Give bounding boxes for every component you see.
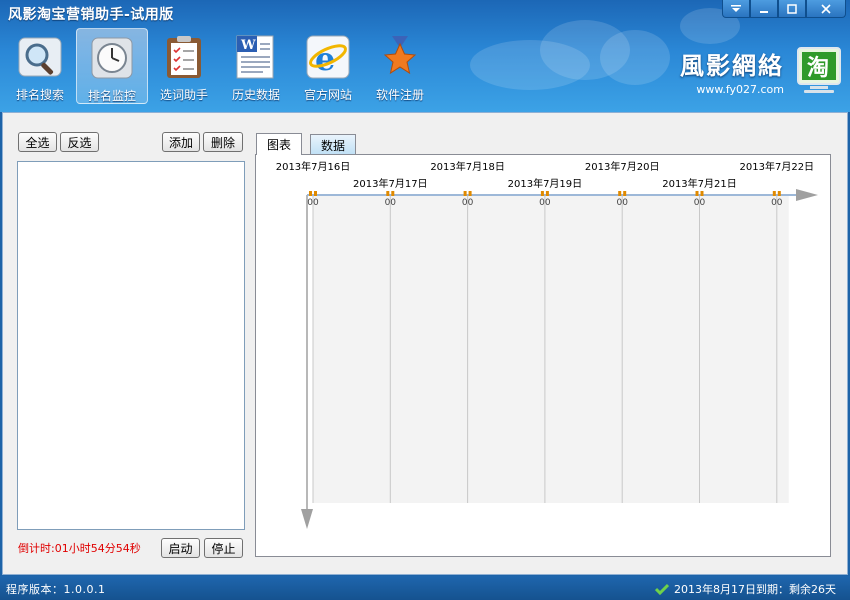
data-point-label: 00 bbox=[307, 198, 319, 208]
data-marker bbox=[391, 191, 395, 196]
x-tick-label: 2013年7月16日 bbox=[276, 160, 351, 173]
data-marker bbox=[772, 191, 776, 196]
minimize-icon bbox=[760, 10, 768, 13]
clock-icon bbox=[89, 35, 135, 81]
data-marker bbox=[618, 191, 622, 196]
expiry-text: 2013年8月17日到期：剩余26天 bbox=[674, 583, 836, 596]
clipboard-icon bbox=[161, 34, 207, 80]
data-marker bbox=[468, 191, 472, 196]
tool-label: 官方网站 bbox=[303, 88, 352, 102]
stop-button[interactable]: 停止 bbox=[204, 538, 243, 558]
data-marker bbox=[314, 191, 317, 196]
x-tick-label: 2013年7月18日 bbox=[430, 160, 505, 173]
menu-dropdown-button[interactable] bbox=[722, 0, 750, 18]
brand: 風影網絡 www.fy027.com bbox=[680, 46, 784, 96]
data-marker bbox=[463, 191, 467, 196]
star-medal-icon bbox=[377, 34, 423, 80]
data-marker bbox=[386, 191, 390, 196]
data-point-label: 00 bbox=[539, 198, 551, 208]
maximize-button[interactable] bbox=[778, 0, 806, 18]
tool-history-data[interactable]: W 历史数据 bbox=[220, 28, 292, 104]
main-toolbar: 排名搜索 排名监控 选词助手 W 历史数据 e 官方网站 软件注册 bbox=[4, 28, 436, 104]
brand-name: 風影網絡 bbox=[680, 51, 784, 80]
tool-label: 选词助手 bbox=[159, 88, 208, 102]
add-button[interactable]: 添加 bbox=[162, 132, 200, 152]
tool-rank-monitor[interactable]: 排名监控 bbox=[76, 28, 148, 104]
x-axis-arrow bbox=[796, 189, 818, 201]
taobao-logo-icon: 淘 bbox=[796, 46, 842, 96]
tool-keyword-helper[interactable]: 选词助手 bbox=[148, 28, 220, 104]
window-title: 风影淘宝营销助手-试用版 bbox=[8, 7, 174, 23]
data-marker bbox=[623, 191, 627, 196]
select-all-button[interactable]: 全选 bbox=[18, 132, 57, 152]
tool-label: 排名监控 bbox=[87, 89, 136, 103]
data-point-label: 00 bbox=[462, 198, 474, 208]
version-text: 程序版本：1.0.0.1 bbox=[6, 583, 106, 596]
tab-data[interactable]: 数据 bbox=[310, 134, 357, 155]
dropdown-icon bbox=[731, 4, 741, 12]
data-marker bbox=[777, 191, 781, 196]
tool-label: 软件注册 bbox=[375, 88, 424, 102]
x-tick-label: 2013年7月17日 bbox=[353, 177, 428, 190]
window-controls bbox=[722, 0, 846, 18]
ie-browser-icon: e bbox=[305, 34, 351, 80]
brand-url: www.fy027.com bbox=[696, 83, 784, 96]
rank-chart: 2013年7月16日 00 2013年7月17日 00 2013年7月18日 00 2013… bbox=[276, 160, 818, 529]
check-icon bbox=[655, 583, 669, 595]
data-point-label: 00 bbox=[616, 198, 628, 208]
x-tick-label: 2013年7月20日 bbox=[585, 160, 660, 173]
tab-chart[interactable]: 图表 bbox=[256, 133, 303, 155]
delete-button[interactable]: 删除 bbox=[203, 132, 243, 152]
x-tick-label: 2013年7月22日 bbox=[740, 160, 815, 173]
tool-label: 历史数据 bbox=[231, 88, 280, 102]
data-point-label: 00 bbox=[694, 198, 706, 208]
y-axis-arrow bbox=[301, 509, 313, 529]
logo-char: 淘 bbox=[807, 55, 829, 81]
plot-band bbox=[313, 195, 789, 503]
close-icon bbox=[821, 3, 831, 14]
data-marker bbox=[309, 191, 312, 196]
invert-select-button[interactable]: 反选 bbox=[60, 132, 99, 152]
keyword-list[interactable] bbox=[17, 161, 245, 530]
close-button[interactable] bbox=[806, 0, 846, 18]
chart-panel: 2013年7月16日 00 2013年7月17日 00 2013年7月18日 00 2013… bbox=[255, 154, 831, 557]
tool-label: 排名搜索 bbox=[15, 88, 64, 102]
x-tick-label: 2013年7月21日 bbox=[662, 177, 737, 190]
status-bar: 程序版本：1.0.0.1 2013年8月17日到期：剩余26天 bbox=[0, 576, 850, 600]
data-marker bbox=[700, 191, 704, 196]
start-button[interactable]: 启动 bbox=[161, 538, 200, 558]
cloud-decoration bbox=[600, 30, 670, 85]
svg-text:W: W bbox=[240, 38, 256, 53]
data-marker bbox=[540, 191, 544, 196]
tool-software-register[interactable]: 软件注册 bbox=[364, 28, 436, 104]
data-point-label: 00 bbox=[771, 198, 783, 208]
minimize-button[interactable] bbox=[750, 0, 778, 18]
data-point-label: 00 bbox=[385, 198, 397, 208]
title-bar-header: 风影淘宝营销助手-试用版 排名搜索 排名监控 选词助手 W 历史数据 e 官方网… bbox=[0, 0, 850, 112]
magnifier-icon bbox=[17, 34, 63, 80]
data-marker bbox=[545, 191, 549, 196]
expiry-info: 2013年8月17日到期：剩余26天 bbox=[655, 581, 836, 597]
maximize-icon bbox=[787, 3, 797, 14]
tool-official-site[interactable]: e 官方网站 bbox=[292, 28, 364, 104]
x-tick-label: 2013年7月19日 bbox=[508, 177, 583, 190]
countdown-timer: 倒计时:01小时54分54秒 bbox=[18, 542, 141, 555]
data-marker bbox=[695, 191, 699, 196]
word-document-icon: W bbox=[233, 34, 279, 80]
main-content: 全选 反选 添加 删除 倒计时:01小时54分54秒 启动 停止 图表 数据 2… bbox=[2, 112, 848, 575]
tool-rank-search[interactable]: 排名搜索 bbox=[4, 28, 76, 104]
